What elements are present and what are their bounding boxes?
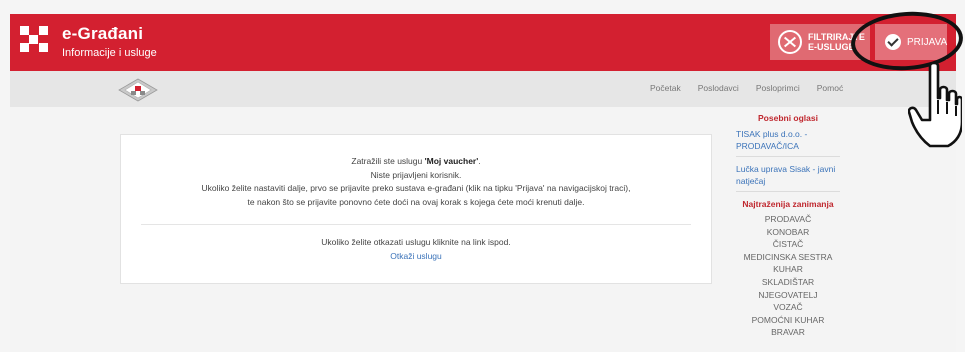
message-return-info: te nakon što se prijavite ponovno ćete d… (247, 196, 585, 207)
divider (141, 224, 691, 225)
brand-subtitle: Informacije i usluge (62, 47, 157, 59)
filter-label-line2: E-USLUGE (808, 42, 855, 52)
login-required-message: Zatražili ste uslugu 'Moj vaucher'. Nist… (120, 134, 712, 284)
job-item[interactable]: NJEGOVATELJ (736, 289, 840, 302)
site-header: e-Građani Informacije i usluge FILTRIRAJ… (10, 14, 956, 71)
job-item[interactable]: POMOĆNI KUHAR (736, 314, 840, 327)
e-gradani-logo-icon[interactable] (20, 26, 50, 52)
service-name: 'Moj vaucher' (424, 156, 479, 166)
ad-link-lucka-uprava[interactable]: Lučka uprava Sisak - javni natječaj (736, 163, 840, 187)
job-item[interactable]: BRAVAR (736, 326, 840, 339)
top-jobs-title: Najtraženija zanimanja (742, 199, 834, 209)
ad-link-tisak[interactable]: TISAK plus d.o.o. - PRODAVAČ/ICA (736, 128, 840, 152)
message-instructions: Ukoliko želite nastaviti dalje, prvo se … (201, 183, 631, 193)
filter-icon (778, 30, 802, 54)
sidebar: Posebni oglasi TISAK plus d.o.o. - PRODA… (736, 112, 840, 352)
job-item[interactable]: KONOBAR (736, 226, 840, 239)
nav-links: Početak Poslodavci Posloprimci Pomoć (650, 83, 843, 93)
nav-link-pomoc[interactable]: Pomoć (817, 83, 843, 93)
cancel-section: Ukoliko želite otkazati uslugu kliknite … (121, 236, 711, 263)
pointing-hand-cursor-icon (908, 61, 962, 148)
nav-link-poslodavci[interactable]: Poslodavci (698, 83, 739, 93)
job-item[interactable]: MEDICINSKA SESTRA (736, 251, 840, 264)
emblem-logo-icon[interactable] (118, 78, 158, 102)
job-item[interactable]: VOZAČ (736, 301, 840, 314)
job-item[interactable]: ČISTAČ (736, 238, 840, 251)
message-text: Zatražili ste uslugu 'Moj vaucher'. Nist… (121, 155, 711, 209)
sidebar-divider (736, 191, 840, 192)
special-ads-title: Posebni oglasi (758, 113, 818, 123)
job-item[interactable]: PRODAVAČ (736, 213, 840, 226)
message-service-line: Zatražili ste uslugu 'Moj vaucher'. (351, 156, 481, 166)
cancel-service-link[interactable]: Otkaži uslugu (121, 250, 711, 264)
sidebar-divider (736, 156, 840, 157)
brand-name[interactable]: e-Građani (62, 24, 143, 44)
job-item[interactable]: KUHAR (736, 263, 840, 276)
message-not-logged-in: Niste prijavljeni korisnik. (370, 169, 462, 180)
cancel-instructions: Ukoliko želite otkazati uslugu kliknite … (321, 237, 511, 247)
nav-link-pocetak[interactable]: Početak (650, 83, 681, 93)
job-item[interactable]: SKLADIŠTAR (736, 276, 840, 289)
navigation-bar: Početak Poslodavci Posloprimci Pomoć (10, 71, 956, 107)
nav-link-posloprimci[interactable]: Posloprimci (756, 83, 800, 93)
